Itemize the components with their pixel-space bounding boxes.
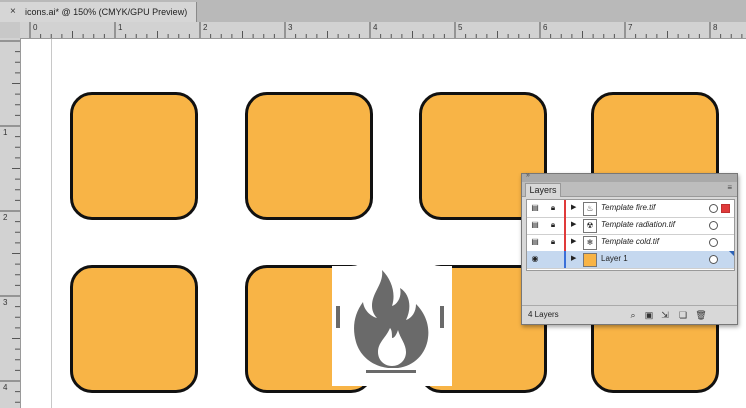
ruler-label: 8 — [713, 23, 718, 32]
selected-art-indicator[interactable] — [721, 204, 730, 213]
target-circle-icon[interactable] — [709, 238, 718, 247]
panel-footer: 4 Layers ⌕ ▣ ⇲ ❏ 🗑︎ — [522, 305, 737, 324]
expand-arrow-icon[interactable]: ▶ — [571, 220, 576, 230]
icon-tile[interactable] — [70, 92, 198, 220]
new-layer-icon[interactable]: ❏ — [677, 309, 689, 321]
artboard-edge-guide — [51, 39, 52, 408]
horizontal-ruler-ticks — [29, 22, 743, 38]
layer-thumbnail — [583, 253, 597, 267]
layer-thumbnail: ❄ — [583, 236, 597, 250]
ruler-label: 2 — [3, 213, 8, 222]
expand-arrow-icon[interactable]: ▶ — [571, 237, 576, 247]
flame-icon — [336, 270, 444, 373]
lock-icon[interactable]: 🔒︎ — [548, 237, 558, 247]
ruler-label: 1 — [118, 23, 123, 32]
current-layer-indicator — [729, 251, 734, 256]
icon-tile[interactable] — [245, 92, 373, 220]
panel-titlebar[interactable]: » — [522, 172, 737, 182]
layer-color-swatch — [564, 234, 566, 251]
ruler-label: 0 — [33, 23, 38, 32]
new-sublayer-icon[interactable]: ⇲ — [659, 309, 671, 321]
ruler-label: 5 — [458, 23, 463, 32]
lock-toggle-empty[interactable] — [548, 254, 558, 264]
eye-icon[interactable]: ◉ — [530, 254, 540, 264]
layer-color-swatch — [564, 217, 566, 234]
close-tab-icon[interactable]: × — [10, 2, 16, 22]
layer-name[interactable]: Template radiation.tif — [601, 219, 675, 231]
layer-count: 4 Layers — [528, 310, 559, 319]
template-fire-image[interactable] — [332, 266, 452, 386]
trash-icon[interactable]: 🗑︎ — [695, 309, 707, 321]
tab-layers[interactable]: Layers — [525, 183, 561, 197]
layers-panel[interactable]: » Layers ≡ ▤ 🔒︎ ▶ ♨ Template fire.tif ▤ … — [521, 172, 738, 325]
ruler-label: 4 — [3, 383, 8, 392]
layer-list: ▤ 🔒︎ ▶ ♨ Template fire.tif ▤ 🔒︎ ▶ ☢ Temp… — [526, 199, 735, 271]
layer-name[interactable]: Template cold.tif — [601, 236, 659, 248]
template-visibility-icon[interactable]: ▤ — [530, 220, 540, 230]
target-circle-icon[interactable] — [709, 255, 718, 264]
panel-menu-icon[interactable]: ≡ — [727, 183, 732, 192]
document-tab[interactable]: × icons.ai* @ 150% (CMYK/GPU Preview) — [0, 2, 197, 22]
document-tab-strip: × icons.ai* @ 150% (CMYK/GPU Preview) — [0, 0, 746, 22]
layer-color-swatch — [564, 251, 566, 268]
layer-row[interactable]: ▤ 🔒︎ ▶ ☢ Template radiation.tif — [527, 217, 734, 235]
ruler-label: 1 — [3, 128, 8, 137]
ruler-label: 6 — [543, 23, 548, 32]
layer-name[interactable]: Template fire.tif — [601, 202, 655, 214]
document-tab-title: icons.ai* @ 150% (CMYK/GPU Preview) — [25, 7, 188, 17]
locate-object-icon[interactable]: ⌕ — [627, 309, 639, 321]
ruler-label: 3 — [3, 298, 8, 307]
expand-arrow-icon[interactable]: ▶ — [571, 203, 576, 213]
panel-tab-bar: Layers ≡ — [522, 182, 737, 197]
icon-tile[interactable] — [70, 265, 198, 393]
lock-icon[interactable]: 🔒︎ — [548, 220, 558, 230]
layer-row[interactable]: ▤ 🔒︎ ▶ ❄ Template cold.tif — [527, 234, 734, 252]
target-circle-icon[interactable] — [709, 221, 718, 230]
layer-row-selected[interactable]: ◉ ▶ Layer 1 — [527, 251, 734, 269]
template-visibility-icon[interactable]: ▤ — [530, 237, 540, 247]
layer-color-swatch — [564, 200, 566, 217]
vertical-ruler-ticks — [0, 40, 20, 403]
vertical-ruler[interactable]: 1 2 3 4 — [0, 38, 21, 408]
target-circle-icon[interactable] — [709, 204, 718, 213]
ruler-label: 2 — [203, 23, 208, 32]
layer-thumbnail: ☢ — [583, 219, 597, 233]
layer-row[interactable]: ▤ 🔒︎ ▶ ♨ Template fire.tif — [527, 200, 734, 218]
clipping-mask-icon[interactable]: ▣ — [643, 309, 655, 321]
expand-arrow-icon[interactable]: ▶ — [571, 254, 576, 264]
layer-thumbnail: ♨ — [583, 202, 597, 216]
ruler-label: 7 — [628, 23, 633, 32]
horizontal-ruler[interactable]: 0 1 2 3 4 5 6 7 8 — [20, 22, 746, 39]
lock-icon[interactable]: 🔒︎ — [548, 203, 558, 213]
template-visibility-icon[interactable]: ▤ — [530, 203, 540, 213]
ruler-origin[interactable] — [0, 22, 21, 39]
ruler-label: 4 — [373, 23, 378, 32]
collapse-panel-icon[interactable]: » — [526, 172, 530, 179]
layer-name[interactable]: Layer 1 — [601, 253, 628, 265]
ruler-label: 3 — [288, 23, 293, 32]
